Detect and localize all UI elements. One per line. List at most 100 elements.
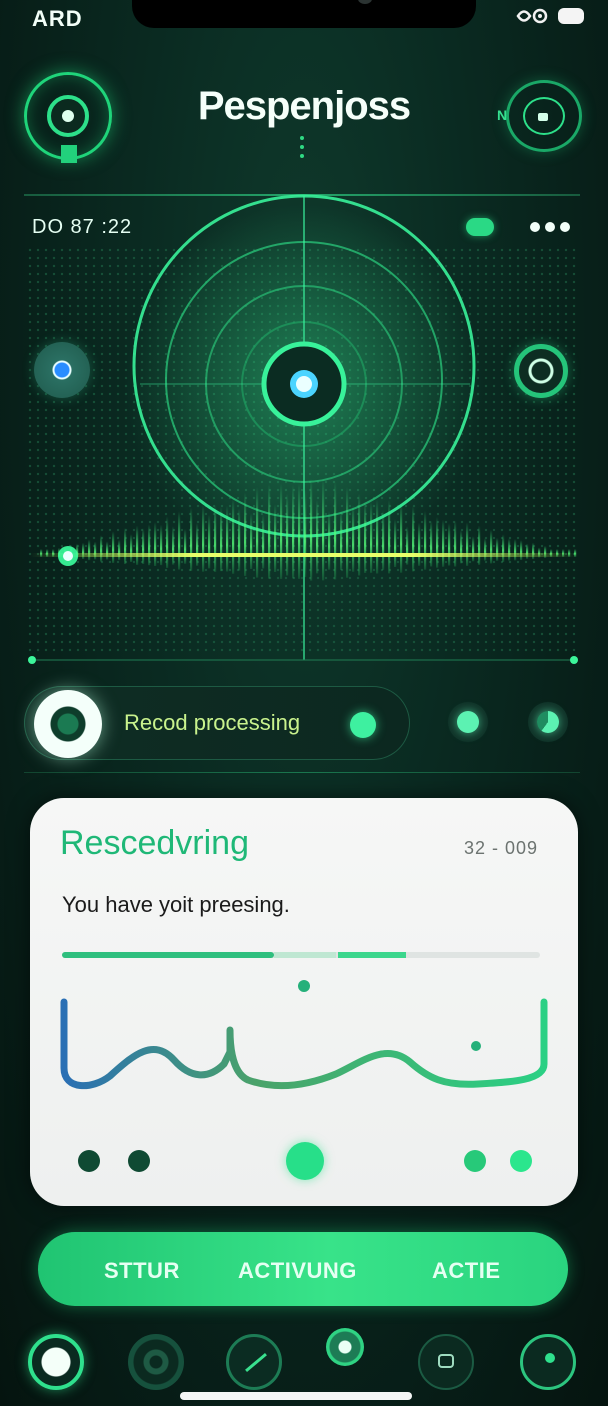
spectrum-bar xyxy=(304,488,307,578)
spectrum-bar xyxy=(136,525,139,565)
spectrum-bar xyxy=(406,526,409,565)
spectrum-bar xyxy=(364,501,367,573)
card-dot xyxy=(510,1150,532,1172)
progress-segment xyxy=(274,952,336,958)
card-title: Rescedvring xyxy=(60,824,249,862)
spectrum-bar xyxy=(340,510,343,570)
spectrum-bar xyxy=(496,537,499,561)
spectrum-bar xyxy=(514,539,517,561)
progress-segment xyxy=(338,952,406,958)
spectrum-bar xyxy=(478,525,481,565)
action-bar: STTUR ACTIVUNG ACTIE xyxy=(38,1232,568,1306)
record-button[interactable] xyxy=(34,690,102,758)
orb-icon[interactable] xyxy=(34,342,90,398)
home-ring-icon[interactable] xyxy=(28,1334,84,1390)
spectrum-bar xyxy=(316,499,319,574)
profile-ring-icon[interactable] xyxy=(520,1334,576,1390)
spectrum-bar xyxy=(328,510,331,570)
spectrum-bar xyxy=(484,538,487,561)
target-icon[interactable] xyxy=(514,344,568,398)
spectrum-bar xyxy=(130,534,133,562)
spectrum-bar xyxy=(244,492,247,576)
processing-indicator xyxy=(350,712,376,738)
spectrum-bar xyxy=(232,498,235,574)
spectrum-bar xyxy=(268,484,271,579)
spectrum-bar xyxy=(88,539,91,561)
spectrum-bar xyxy=(256,487,259,578)
radar-icon[interactable] xyxy=(226,1334,282,1390)
card-message: You have yoit preesing. xyxy=(62,892,290,917)
spectrum-bar xyxy=(376,499,379,574)
card-dot xyxy=(128,1150,150,1172)
processing-label: Recod processing xyxy=(124,710,301,735)
card-progress-track xyxy=(62,952,540,958)
spectrum-bar xyxy=(388,499,391,574)
progress-chip-icon[interactable] xyxy=(528,702,568,742)
spectrum-bar xyxy=(460,530,463,564)
spectrum-bar xyxy=(118,539,121,561)
spectrum-bar xyxy=(454,520,457,567)
spectrum-bar xyxy=(346,486,349,578)
play-button[interactable] xyxy=(286,1142,324,1180)
chat-icon[interactable] xyxy=(418,1334,474,1390)
spectrum-bar xyxy=(238,508,241,571)
action-stt-button[interactable]: STTUR xyxy=(104,1258,180,1284)
home-indicator[interactable] xyxy=(180,1392,412,1400)
spectrum-bar xyxy=(424,510,427,570)
spectrum-bar xyxy=(286,493,289,576)
spectrum-bar xyxy=(184,528,187,564)
spectrum-bar xyxy=(214,504,217,572)
spectrum-bar xyxy=(298,483,301,579)
spectrum-bar xyxy=(280,483,283,579)
spectrum-bar xyxy=(400,501,403,573)
spectrum-bar xyxy=(262,514,265,569)
spectrum-bar xyxy=(112,531,115,563)
spectrum-bar xyxy=(370,501,373,573)
spectrum-bar xyxy=(310,478,313,581)
spectrum-bar xyxy=(202,505,205,572)
recording-card: Rescedvring 32 - 009 You have yoit prees… xyxy=(30,798,578,1206)
spectrum-bar xyxy=(352,504,355,572)
record-icon[interactable] xyxy=(326,1328,364,1366)
spectrum-bar xyxy=(448,523,451,566)
spectrum-bar xyxy=(418,522,421,566)
spectrum-bar xyxy=(148,524,151,566)
spectrum-bar xyxy=(466,522,469,566)
spectrum-bar xyxy=(190,507,193,571)
spectrum-bar xyxy=(358,493,361,576)
spectrum-bar xyxy=(394,519,397,567)
spectrum-bar xyxy=(166,516,169,568)
spectrum-bar xyxy=(472,536,475,562)
waveform xyxy=(60,980,548,1090)
spectrum-bar xyxy=(226,505,229,572)
spectrum-bar xyxy=(274,504,277,572)
spectrum-bar xyxy=(436,516,439,568)
spectrum-bar xyxy=(142,528,145,564)
spectrum-bar xyxy=(220,506,223,572)
spectrum-bar xyxy=(172,526,175,565)
spectrum-bar xyxy=(322,478,325,581)
spectrum-bar xyxy=(178,511,181,570)
spectrum-bar xyxy=(154,522,157,566)
spectrum-bar xyxy=(412,505,415,572)
card-time: 32 - 009 xyxy=(463,838,538,858)
divider xyxy=(24,772,580,773)
action-activung-button[interactable]: ACTIVUNG xyxy=(238,1258,357,1284)
spectrum-bar xyxy=(250,513,253,569)
speaker-icon[interactable] xyxy=(128,1334,184,1390)
progress-segment xyxy=(62,952,274,958)
card-dot xyxy=(78,1150,100,1172)
spectrum-bar xyxy=(334,481,337,580)
spectrum-bar xyxy=(502,534,505,562)
spectrum-bar xyxy=(196,522,199,566)
spectrum-bar xyxy=(430,520,433,567)
spectrum-bar xyxy=(442,519,445,567)
spectrum-bar xyxy=(208,514,211,569)
status-chip-icon[interactable] xyxy=(448,702,488,742)
spectrum-bar xyxy=(124,527,127,565)
card-dot xyxy=(464,1150,486,1172)
spectrum-bar xyxy=(508,538,511,561)
radar-visualizer xyxy=(28,194,578,664)
spectrum-bar xyxy=(382,510,385,570)
action-actie-button[interactable]: ACTIE xyxy=(432,1258,501,1284)
